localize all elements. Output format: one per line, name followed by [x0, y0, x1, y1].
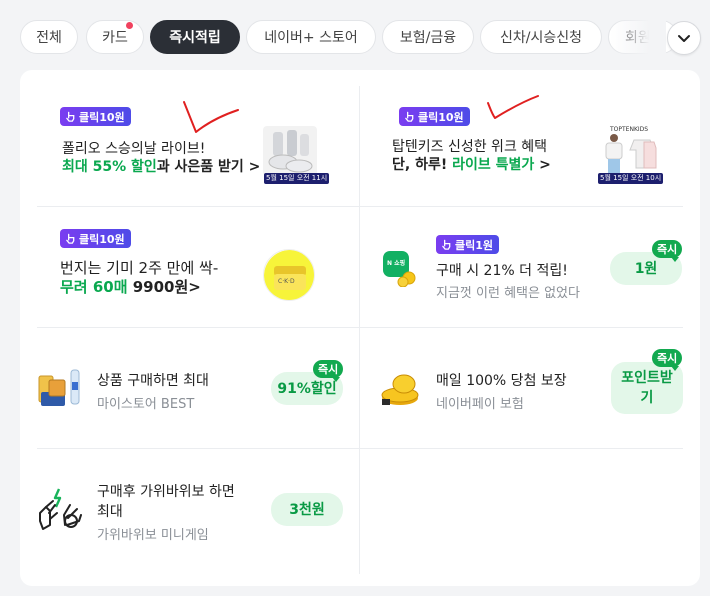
shoes-image: [263, 126, 317, 176]
tab-naver-plus-store[interactable]: 네이버+ 스토어: [246, 20, 376, 54]
rock-paper-scissors-icon: [39, 488, 82, 530]
reward-card-topten-kids[interactable]: 클릭10원 탑텐키즈 신성한 위크 혜택 단, 하루! 라이브 특별가 > TO…: [360, 86, 683, 206]
tab-label: 네이버+ 스토어: [264, 30, 358, 46]
rps-hands-icon: [37, 485, 85, 533]
tab-insurance-finance[interactable]: 보험/금융: [382, 20, 474, 54]
hand-pointer-icon: [405, 111, 414, 122]
grocery-items-image: [38, 369, 80, 406]
card-highlight: 무려 60매: [60, 278, 128, 296]
product-thumbnail: [37, 366, 87, 412]
badge-label: 클릭10원: [79, 110, 125, 124]
badge-label: 클릭1원: [455, 238, 494, 252]
tab-all[interactable]: 전체: [20, 20, 78, 54]
click-reward-badge: 클릭10원: [399, 107, 470, 126]
tab-label: 신차/시승신청: [500, 30, 582, 46]
reward-card-naverpay-insurance[interactable]: 매일 100% 당첨 보장 네이버페이 보험 포인트받 기 즉시: [360, 328, 683, 448]
card-description: 가위바위보 미니게임: [97, 528, 209, 543]
badge-label: 클릭10원: [79, 232, 125, 246]
card-title-line2: 최대: [97, 504, 123, 520]
card-highlight: 최대 55% 할인: [62, 159, 157, 175]
tab-card[interactable]: 카드: [86, 20, 144, 54]
click-reward-badge: 클릭10원: [60, 107, 131, 126]
category-tab-bar: 전체 카드 즉시적립 네이버+ 스토어 보험/금융 신차/시승신청 회원: [0, 0, 710, 70]
instant-tag: 즉시: [652, 349, 683, 371]
click-reward-badge: 클릭1원: [436, 235, 500, 254]
live-date-tag: 5월 15일 오전 10시: [598, 173, 664, 184]
card-title: 상품 구매하면 최대: [97, 373, 209, 389]
gold-coins-icon: [381, 374, 419, 405]
card-description: 지금껏 이런 혜택은 없었다: [436, 286, 580, 301]
hand-pointer-icon: [66, 233, 75, 244]
tab-label: 보험/금융: [399, 30, 457, 46]
reward-card-naver-shopping[interactable]: N 쇼핑 클릭1원 구매 시 21% 더 적립! 지금껏 이런 혜택은 없었다 …: [360, 207, 683, 327]
card-subtitle: 최대 55% 할인과 사은품 받기 >: [62, 156, 260, 176]
live-date-tag: 5월 15일 오전 11시: [264, 173, 330, 184]
more-tabs-button[interactable]: [667, 21, 701, 55]
tab-label: 카드: [102, 30, 128, 46]
reward-card-ckd-patch[interactable]: 클릭10원 번지는 기미 2주 만에 싹- 무려 60매 9900원> C·K·…: [37, 207, 359, 327]
reward-card-mystore-best[interactable]: 상품 구매하면 최대 마이스토어 BEST 91%할인 즉시: [37, 328, 359, 448]
card-title-line1: 구매후 가위바위보 하면: [97, 484, 235, 500]
card-title: 번지는 기미 2주 만에 싹-: [60, 259, 219, 277]
reward-pill-line1: 포인트받: [621, 370, 673, 386]
card-title: 폴리오 스승의날 라이브!: [62, 141, 206, 157]
hand-pointer-icon: [442, 239, 451, 250]
card-title: 매일 100% 당첨 보장: [436, 373, 567, 389]
tab-new-car[interactable]: 신차/시승신청: [480, 20, 602, 54]
kids-clothing-image: [605, 134, 657, 173]
card-subtitle-rest: 9900원>: [127, 278, 201, 296]
tab-label: 전체: [36, 30, 62, 46]
cream-jar-image: [264, 250, 314, 300]
click-reward-badge: 클릭10원: [60, 229, 131, 248]
hand-pointer-icon: [66, 111, 75, 122]
instant-tag: 즉시: [652, 240, 683, 262]
card-title: 구매 시 21% 더 적립!: [436, 263, 568, 279]
card-description: 마이스토어 BEST: [97, 397, 195, 412]
card-title: 탑텐키즈 신성한 위크 혜택: [392, 139, 548, 155]
card-subtitle-post: >: [534, 157, 551, 173]
reward-pill[interactable]: 3천원: [271, 493, 343, 526]
card-description: 네이버페이 보험: [436, 397, 524, 412]
reward-card-rps-game[interactable]: 구매후 가위바위보 하면 최대 가위바위보 미니게임 3천원: [37, 449, 359, 573]
chevron-down-icon: [678, 35, 690, 42]
card-highlight: 라이브 특별가: [452, 157, 535, 173]
shopping-coin-icon: [383, 251, 416, 288]
coins-image: [378, 372, 424, 408]
badge-label: 클릭10원: [418, 110, 464, 124]
naver-shopping-icon: N 쇼핑: [382, 249, 420, 288]
product-thumbnail: 5월 15일 오전 11시: [263, 126, 330, 184]
card-subtitle: 무려 60매 9900원>: [60, 276, 201, 297]
instant-tag: 즉시: [313, 360, 344, 382]
tab-fade: [610, 18, 666, 58]
product-thumbnail: C·K·D: [263, 249, 315, 301]
reward-card-folio-live[interactable]: 클릭10원 폴리오 스승의날 라이브! 최대 55% 할인과 사은품 받기 > …: [37, 86, 359, 206]
product-logo: C·K·D: [278, 278, 295, 285]
tab-label: 즉시적립: [169, 30, 221, 46]
card-subtitle: 단, 하루! 라이브 특별가 >: [392, 154, 551, 174]
tab-instant-reward[interactable]: 즉시적립: [150, 20, 240, 54]
notification-dot: [126, 22, 133, 29]
card-subtitle-rest: 과 사은품 받기 >: [156, 159, 261, 175]
card-subtitle-pre: 단, 하루!: [392, 157, 453, 173]
reward-pill-line2: 기: [640, 390, 654, 406]
icon-label: N 쇼핑: [387, 260, 406, 267]
product-thumbnail: TOPTENKIDS 5월 15일 오전 10시: [598, 126, 664, 184]
